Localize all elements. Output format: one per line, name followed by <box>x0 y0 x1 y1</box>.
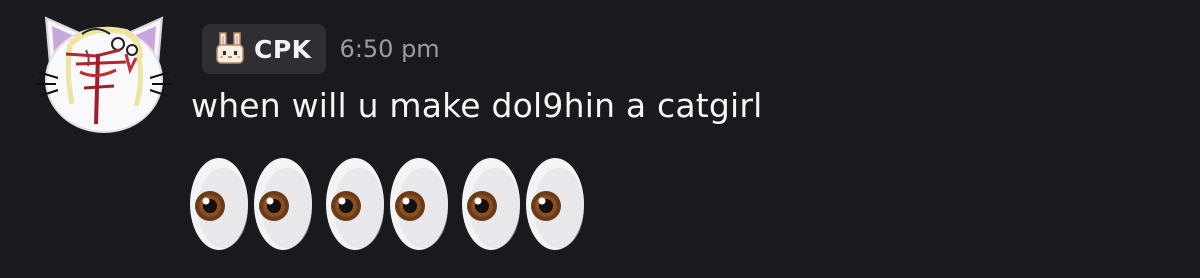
bunny-icon <box>216 32 244 64</box>
message-text: when will u make dol9hin a catgirl <box>191 86 763 125</box>
eyes-emoji-icon <box>190 158 312 250</box>
emoji-row <box>187 152 595 252</box>
eye-icon <box>326 158 384 250</box>
eye-icon <box>254 158 312 250</box>
eyes-emoji-icon <box>326 158 448 250</box>
message-timestamp[interactable]: 6:50 pm <box>340 35 440 63</box>
eye-icon <box>526 158 584 250</box>
eyes-emoji-icon <box>462 158 584 250</box>
author-name: CPK <box>254 34 312 64</box>
message-header: CPK 6:50 pm <box>202 24 440 74</box>
author-tag[interactable]: CPK <box>202 24 326 74</box>
eye-icon <box>190 158 248 250</box>
eye-icon <box>390 158 448 250</box>
chat-message: CPK 6:50 pm when will u make dol9hin a c… <box>0 0 1200 278</box>
eye-icon <box>462 158 520 250</box>
catgirl-avatar-icon[interactable] <box>36 14 172 134</box>
